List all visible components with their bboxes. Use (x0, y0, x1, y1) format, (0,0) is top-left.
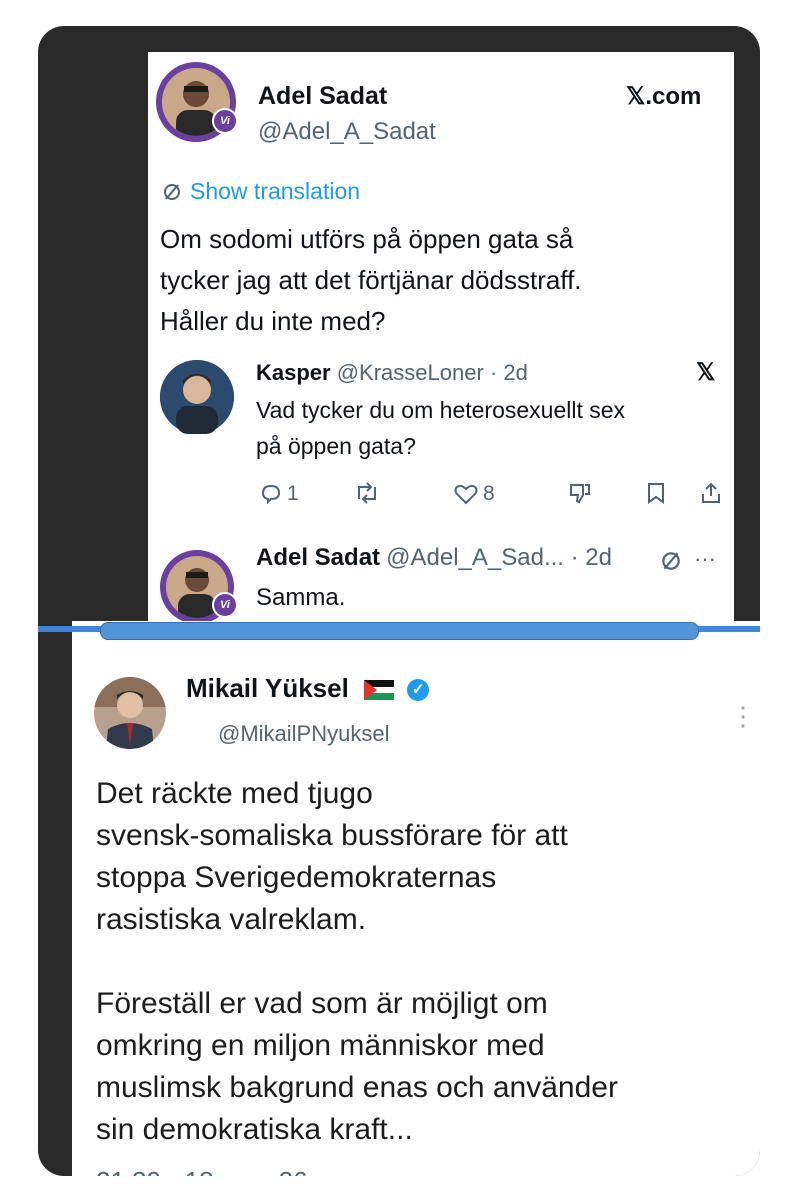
translate-icon (662, 552, 680, 570)
retweet-button[interactable] (354, 482, 380, 504)
reply-text: Vad tycker du om heterosexuellt sex på ö… (256, 397, 626, 459)
translate-icon (164, 183, 180, 200)
vi-badge: Vi (212, 108, 238, 134)
x-com-label: 𝕏.com (626, 83, 702, 110)
reply-author-line[interactable]: Kasper @KrasseLoner · 2d (256, 360, 528, 386)
author-avatar[interactable]: Vi (156, 62, 238, 142)
person-icon (160, 360, 234, 434)
palestine-flag-icon (364, 680, 395, 701)
author-name[interactable]: Adel Sadat (258, 82, 387, 111)
reply-meta: @KrasseLoner · 2d (336, 360, 528, 385)
top-tweet-screenshot: Vi Adel Sadat @Adel_A_Sadat 𝕏.com Show t… (148, 52, 734, 626)
reply-count: 1 (287, 482, 299, 505)
more-options-icon[interactable]: ⋮ (730, 701, 756, 732)
show-translation-link[interactable]: Show translation (162, 178, 360, 205)
reply2-text: Samma. (256, 584, 346, 611)
author-avatar[interactable] (94, 677, 166, 749)
author-handle[interactable]: @MikailPNyuksel (218, 721, 389, 747)
reply-author-name[interactable]: Kasper (256, 360, 331, 385)
bottom-tweet-screenshot: Mikail Yüksel ✓ @MikailPNyuksel ⋮ Det rä… (72, 621, 760, 1176)
thumbs-down-icon (570, 484, 590, 504)
verified-badge-icon: ✓ (407, 679, 430, 702)
reply-icon (261, 484, 281, 505)
vi-badge: Vi (212, 592, 238, 618)
reply2-author-name[interactable]: Adel Sadat (256, 544, 380, 571)
tweet-timestamp[interactable]: 21:39 • 18 aug. 26 (96, 1166, 308, 1176)
show-translation-label: Show translation (190, 178, 361, 204)
author-name-line[interactable]: Mikail Yüksel ✓ (186, 673, 430, 704)
author-name[interactable]: Mikail Yüksel (186, 673, 349, 703)
share-button[interactable] (700, 482, 722, 504)
reply-avatar[interactable] (160, 360, 234, 434)
reply2-avatar[interactable]: Vi (160, 550, 238, 624)
reply2-meta: @Adel_A_Sad... · 2d (386, 544, 612, 571)
share-icon (702, 482, 720, 503)
more-options-icon[interactable]: ··· (694, 546, 716, 572)
reply-button[interactable]: 1 (260, 482, 299, 506)
screenshot-frame: Vi Adel Sadat @Adel_A_Sadat 𝕏.com Show t… (38, 26, 760, 1176)
person-icon (94, 677, 166, 749)
heart-icon (454, 484, 478, 505)
bookmark-icon (648, 483, 664, 504)
bookmark-button[interactable] (646, 482, 666, 504)
reply2-author-line[interactable]: Adel Sadat @Adel_A_Sad... · 2d (256, 544, 612, 572)
x-logo-icon: 𝕏 (696, 359, 716, 386)
downvote-button[interactable] (568, 482, 592, 504)
retweet-icon (358, 482, 376, 504)
tweet-text: Om sodomi utförs på öppen gata så tycker… (160, 224, 582, 336)
author-handle[interactable]: @Adel_A_Sadat (258, 118, 436, 146)
scrollbar-handle[interactable] (100, 622, 699, 640)
like-count: 8 (483, 482, 495, 505)
like-button[interactable]: 8 (454, 482, 495, 506)
tweet-text: Det räckte med tjugo svensk-somaliska bu… (96, 777, 618, 1146)
